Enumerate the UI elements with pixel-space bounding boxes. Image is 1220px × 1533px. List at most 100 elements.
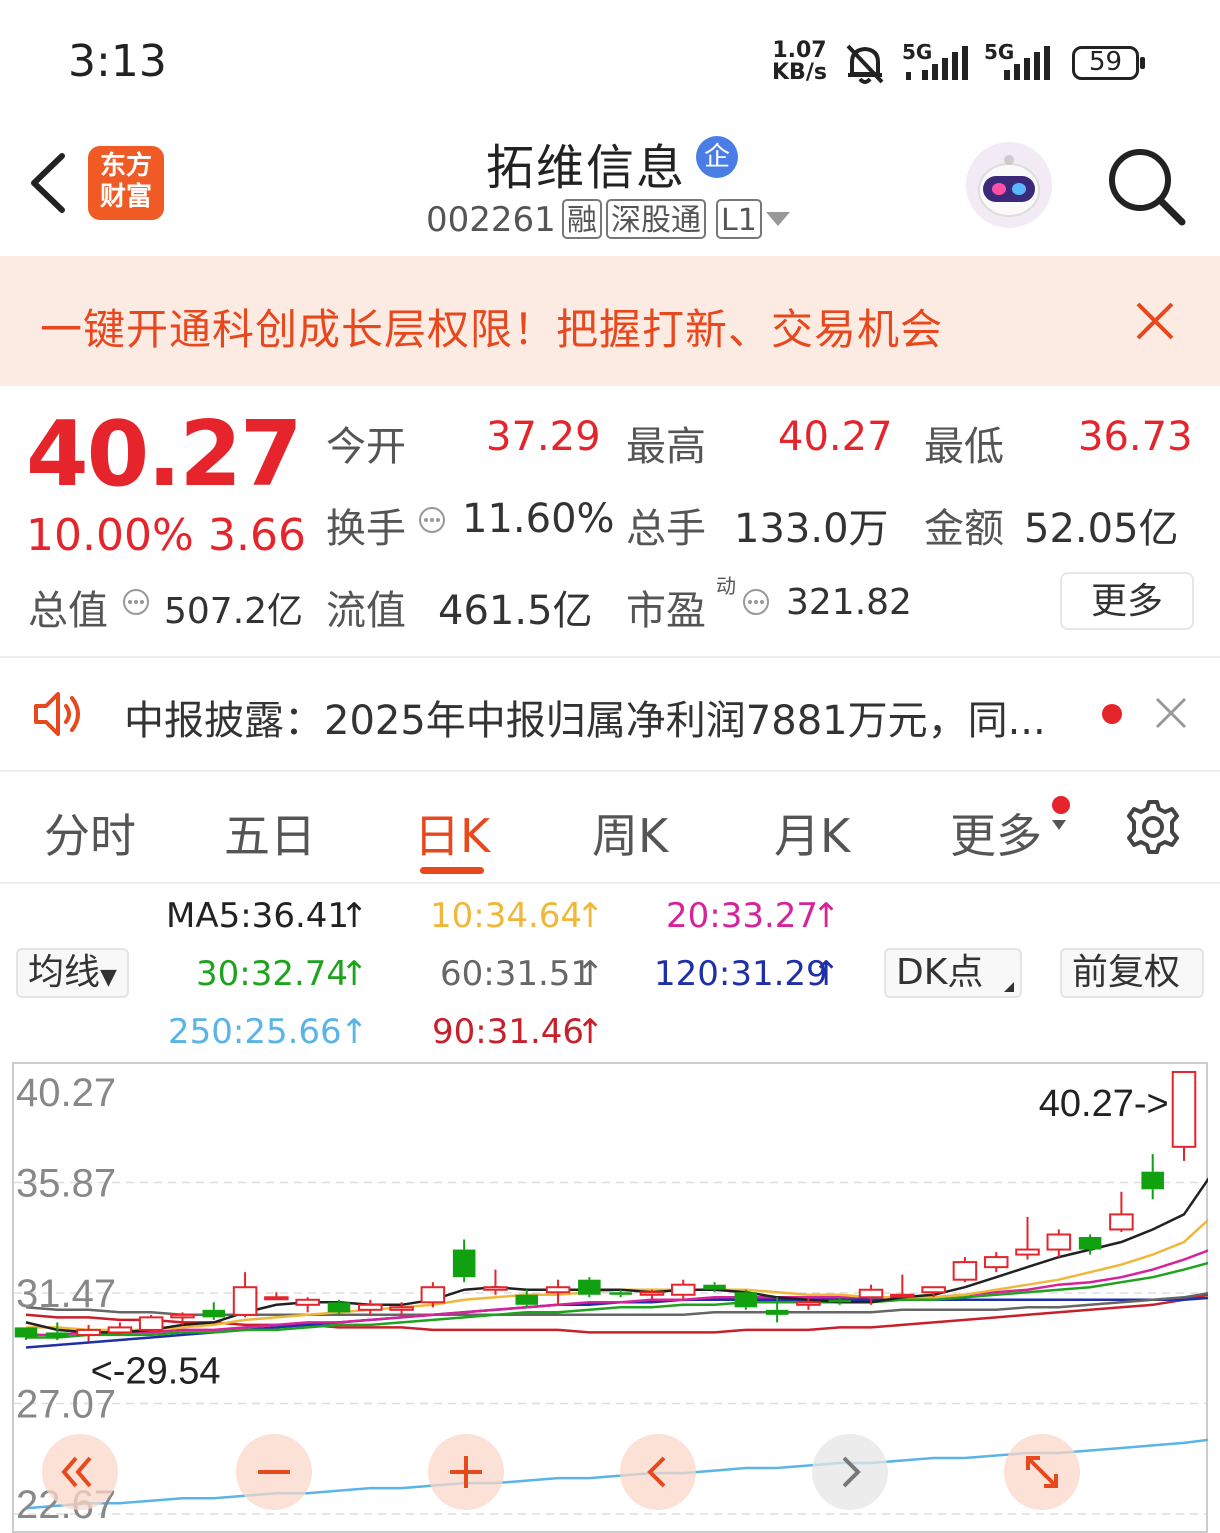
signal-icon: 5G <box>902 40 972 84</box>
logo-line2: 财富 <box>99 182 152 212</box>
close-icon[interactable] <box>1154 696 1188 730</box>
robot-avatar[interactable] <box>966 142 1052 228</box>
battery-icon: 59 <box>1072 46 1146 80</box>
unread-dot <box>1052 796 1070 814</box>
ma60-label: 60:31.51 <box>440 954 593 994</box>
stock-code: 002261 <box>426 200 556 240</box>
battery-level: 59 <box>1088 47 1123 77</box>
ma5-label: MA5:36.41 <box>166 896 350 936</box>
zoom-in-button[interactable] <box>428 1434 504 1510</box>
mktcap-label: 总值 <box>28 588 108 634</box>
y-tick-label: 40.27 <box>16 1071 116 1115</box>
ma120-label: 120:31.29 <box>654 954 828 994</box>
divider <box>0 770 1220 772</box>
float-value: 461.5亿 <box>438 588 593 634</box>
max-price-label: 40.27-> <box>1039 1083 1169 1125</box>
divider <box>0 656 1220 658</box>
up-arrow-icon: ↑ <box>340 896 369 936</box>
dk-point-label: DK点 <box>896 952 984 993</box>
up-arrow-icon: ↑ <box>340 954 369 994</box>
promo-text[interactable]: 一键开通科创成长层权限！把握打新、交易机会 <box>40 296 943 357</box>
low-label: 最低 <box>924 424 1004 470</box>
zoom-out-button[interactable] <box>236 1434 312 1510</box>
up-arrow-icon: ↑ <box>812 954 841 994</box>
tab-five-day[interactable]: 五日 <box>224 800 316 866</box>
zoom-out-icon <box>258 1470 290 1474</box>
volume-label: 总手 <box>626 506 706 552</box>
fullscreen-button[interactable] <box>1004 1434 1080 1510</box>
up-arrow-icon: ↑ <box>576 1012 605 1052</box>
turnover-value: 11.60% <box>462 496 615 542</box>
right-icon <box>842 1456 861 1488</box>
status-time: 3:13 <box>68 36 167 87</box>
chevron-down-icon[interactable] <box>766 212 790 226</box>
tab-monthly-k[interactable]: 月K <box>774 800 850 866</box>
mktcap-value: 507.2亿 <box>164 591 304 632</box>
current-price: 40.27 <box>26 402 303 507</box>
change-amount: 3.66 <box>208 510 306 561</box>
corner-icon <box>1004 982 1014 992</box>
amount-label: 金额 <box>924 506 1004 552</box>
chevron-down-icon[interactable] <box>1052 820 1066 830</box>
net-speed: 1.07 KB/s <box>772 40 827 84</box>
candle <box>578 1277 601 1298</box>
min-price-label: <-29.54 <box>91 1350 221 1392</box>
volume-value: 133.0万 <box>734 506 889 552</box>
gear-icon[interactable] <box>1124 798 1182 856</box>
y-tick-label: 35.87 <box>16 1162 116 1206</box>
open-value: 37.29 <box>486 414 601 460</box>
high-label: 最高 <box>626 424 706 470</box>
candle <box>734 1289 758 1310</box>
low-value: 36.73 <box>1078 414 1193 460</box>
tab-weekly-k[interactable]: 周K <box>592 800 668 866</box>
tab-daily-k[interactable]: 日K <box>414 800 490 866</box>
turnover-label: 换手 <box>326 506 406 552</box>
logo-line1: 东方 <box>99 151 152 181</box>
ma30-label: 30:32.74 <box>196 954 349 994</box>
tab-intraday[interactable]: 分时 <box>44 800 136 866</box>
search-icon[interactable] <box>1106 146 1186 226</box>
info-icon[interactable] <box>742 588 770 616</box>
news-text[interactable]: 中报披露：2025年中报归属净利润7881万元，同... <box>124 688 1046 746</box>
tag-margin: 融 <box>562 199 602 239</box>
signal-icon-2: 5G <box>984 40 1054 84</box>
speaker-icon <box>34 692 80 736</box>
tag-connect: 深股通 <box>606 199 706 239</box>
price-adjust-button[interactable]: 前复权 <box>1060 948 1204 998</box>
back-icon[interactable] <box>26 150 70 216</box>
ma90-label: 90:31.46 <box>432 1012 585 1052</box>
ma10-label: 10:34.64 <box>430 896 583 936</box>
pe-label: 市盈 <box>626 588 706 634</box>
scroll-right-button[interactable] <box>812 1434 888 1510</box>
double-left-icon <box>61 1456 92 1488</box>
fullscreen-icon <box>1026 1456 1058 1488</box>
tag-level: L1 <box>716 199 762 239</box>
candle <box>1171 1071 1197 1161</box>
app-logo[interactable]: 东方 财富 <box>88 146 164 220</box>
amount-value: 52.05亿 <box>1024 506 1179 552</box>
scroll-left-button[interactable] <box>620 1434 696 1510</box>
up-arrow-icon: ↑ <box>812 896 841 936</box>
unread-dot <box>1102 704 1122 724</box>
info-icon[interactable] <box>418 506 446 534</box>
ma-selector[interactable]: 均线▼ <box>16 948 129 998</box>
stock-name: 拓维信息 <box>486 140 687 196</box>
close-icon[interactable] <box>1134 300 1176 342</box>
active-tab-indicator <box>420 867 484 874</box>
scroll-start-button[interactable] <box>42 1434 118 1510</box>
bell-muted-icon <box>846 44 884 84</box>
more-button[interactable]: 更多 <box>1060 572 1194 630</box>
net-speed-unit: KB/s <box>772 60 827 85</box>
zoom-in-icon <box>450 1456 482 1488</box>
high-value: 40.27 <box>778 414 893 460</box>
tab-more[interactable]: 更多 <box>950 800 1042 866</box>
change-percent: 10.00% <box>26 510 194 561</box>
dk-point-button[interactable]: DK点 <box>884 948 1022 998</box>
ma-selector-label: 均线 <box>28 952 101 993</box>
enterprise-badge: 企 <box>696 136 738 178</box>
up-arrow-icon: ↑ <box>340 1012 369 1052</box>
info-icon[interactable] <box>122 588 150 616</box>
pe-value: 321.82 <box>786 582 912 623</box>
pe-sup: 动 <box>716 574 736 598</box>
chevron-down-icon: ▼ <box>100 965 117 990</box>
